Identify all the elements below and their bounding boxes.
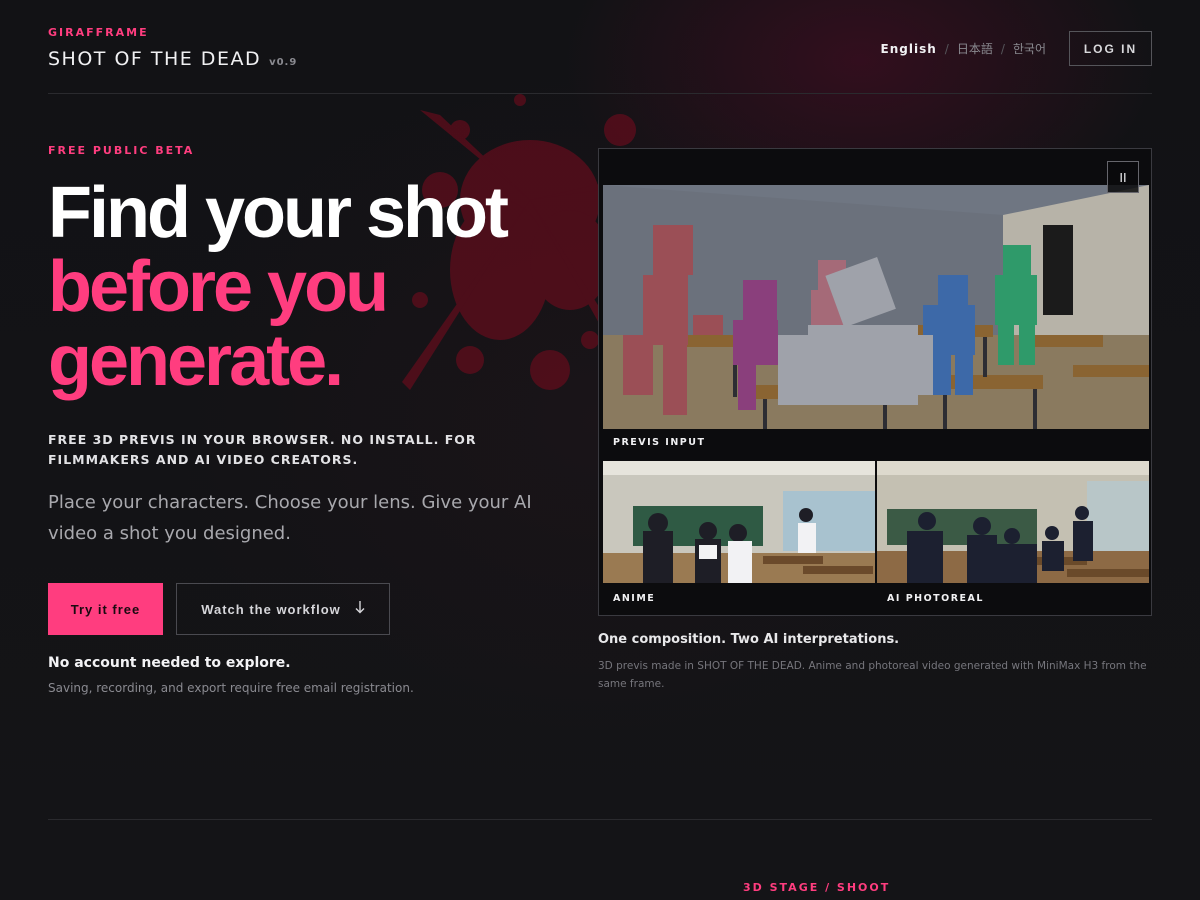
headline-line-2: before you bbox=[48, 247, 389, 327]
watch-workflow-label: Watch the workflow bbox=[201, 601, 341, 617]
brand-company[interactable]: GIRAFFRAME bbox=[48, 26, 149, 39]
photoreal-label: AI PHOTOREAL bbox=[887, 593, 984, 604]
anime-label: ANIME bbox=[613, 593, 656, 604]
headline-line-1: Find your shot bbox=[48, 173, 509, 253]
lang-english[interactable]: English bbox=[881, 42, 937, 56]
pause-icon[interactable]: II bbox=[1107, 161, 1139, 193]
lang-korean[interactable]: 한국어 bbox=[1013, 40, 1046, 57]
try-free-button[interactable]: Try it free bbox=[48, 583, 163, 635]
lang-japanese[interactable]: 日本語 bbox=[957, 40, 993, 57]
brand-logo[interactable]: SHOT OF THE DEAD v0.9 bbox=[48, 48, 297, 70]
registration-note: Saving, recording, and export require fr… bbox=[48, 681, 414, 695]
watch-workflow-button[interactable]: Watch the workflow bbox=[176, 583, 390, 635]
no-account-note: No account needed to explore. bbox=[48, 655, 291, 671]
beta-badge: FREE PUBLIC BETA bbox=[48, 144, 195, 157]
login-button[interactable]: LOG IN bbox=[1069, 31, 1152, 66]
brand-title: SHOT OF THE DEAD bbox=[48, 48, 262, 70]
headline-line-3: generate. bbox=[48, 321, 344, 401]
section-divider bbox=[48, 819, 1152, 820]
hero-headline: Find your shot before you generate. bbox=[48, 173, 509, 401]
hero-lead: Place your characters. Choose your lens.… bbox=[48, 492, 532, 544]
previs-image bbox=[603, 185, 1149, 429]
version-badge: v0.9 bbox=[269, 57, 298, 68]
anime-image bbox=[603, 461, 875, 583]
photoreal-image bbox=[877, 461, 1149, 583]
lang-separator: / bbox=[944, 41, 949, 56]
hero-tagline: FREE 3D PREVIS IN YOUR BROWSER. NO INSTA… bbox=[48, 432, 477, 467]
site-header: GIRAFFRAME SHOT OF THE DEAD v0.9 English … bbox=[48, 0, 1152, 94]
showcase-caption-title: One composition. Two AI interpretations. bbox=[598, 632, 900, 647]
previs-label: PREVIS INPUT bbox=[613, 437, 706, 448]
arrow-down-icon bbox=[355, 601, 365, 617]
showcase-caption-text: 3D previs made in SHOT OF THE DEAD. Anim… bbox=[598, 660, 1147, 690]
language-switcher: English / 日本語 / 한국어 bbox=[881, 40, 1046, 57]
lang-separator: / bbox=[1000, 41, 1005, 56]
showcase-panel: II PREVIS INPUT ANIME AI PHOTOREAL bbox=[598, 148, 1152, 616]
stage-section-label: 3D STAGE / SHOOT bbox=[743, 881, 891, 894]
